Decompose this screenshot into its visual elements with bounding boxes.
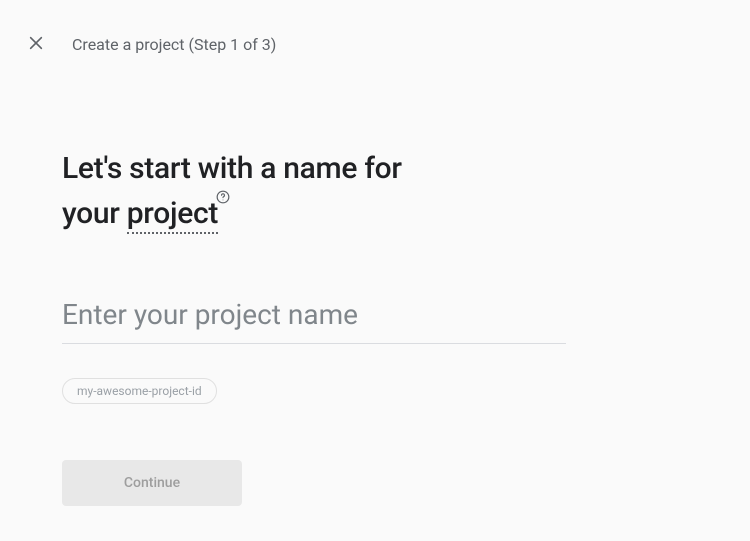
help-icon[interactable] — [216, 190, 230, 204]
project-name-field-wrapper — [62, 294, 566, 344]
close-icon — [28, 35, 44, 54]
project-name-input[interactable] — [62, 294, 566, 344]
heading-text: Let's start with a name for your — [62, 151, 402, 231]
project-id-chip[interactable]: my-awesome-project-id — [62, 378, 217, 404]
dialog-content: Let's start with a name for your project… — [0, 56, 566, 506]
heading: Let's start with a name for your project — [62, 146, 462, 236]
heading-project-term[interactable]: project — [127, 196, 218, 234]
dialog-title: Create a project (Step 1 of 3) — [72, 35, 276, 54]
dialog-header: Create a project (Step 1 of 3) — [0, 0, 750, 56]
continue-button[interactable]: Continue — [62, 460, 242, 506]
close-button[interactable] — [24, 32, 48, 56]
